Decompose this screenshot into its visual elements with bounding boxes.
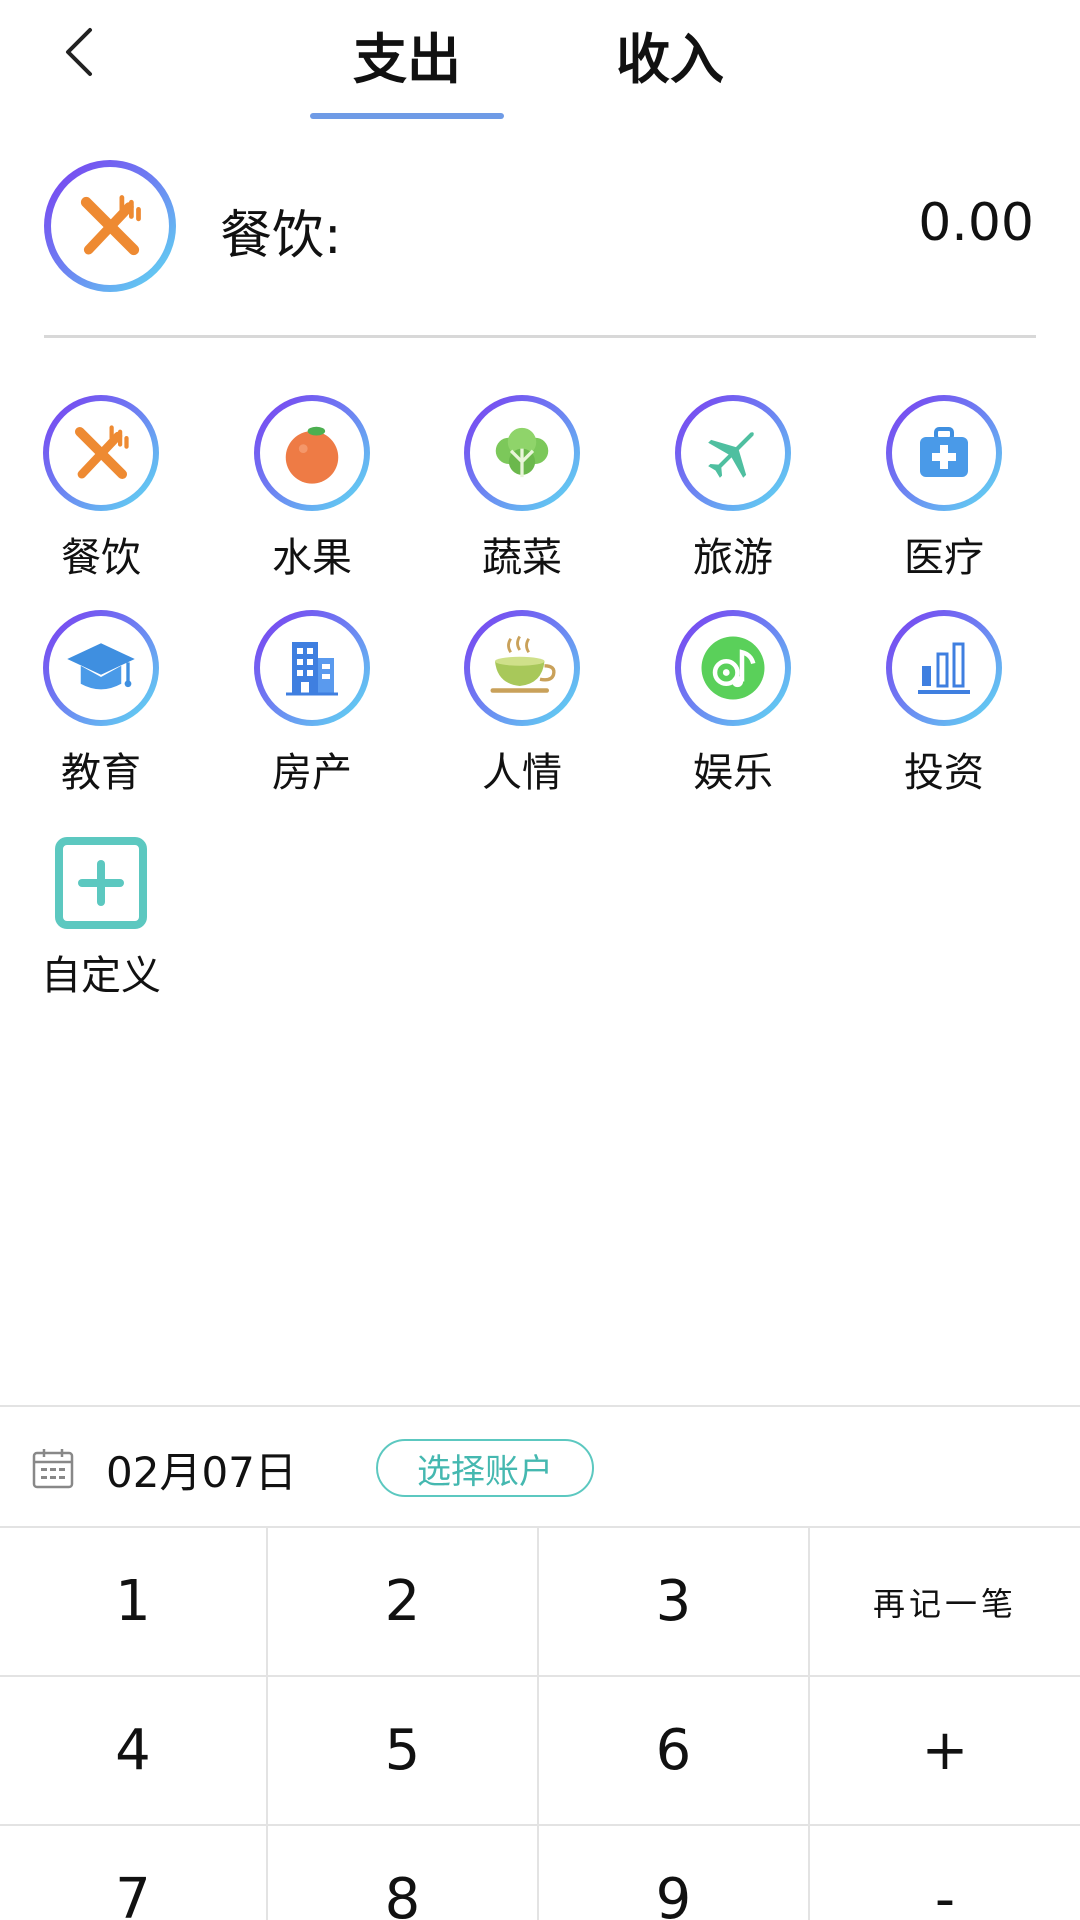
category-item-custom[interactable]: 自定义 (21, 825, 181, 1015)
category-label: 蔬菜 (482, 535, 562, 581)
date-display[interactable]: 02月07日 (106, 1439, 297, 1500)
graduation-cap-icon (67, 643, 135, 690)
orange-icon (285, 426, 339, 484)
category-item-property[interactable]: 房产 (232, 610, 392, 800)
record-another-button[interactable]: 再记一笔 (810, 1526, 1080, 1675)
music-disc-icon (701, 636, 765, 700)
calendar-icon[interactable] (32, 1447, 74, 1489)
medical-kit-icon (920, 427, 968, 477)
category-label: 自定义 (41, 953, 161, 999)
category-item-investment[interactable]: 投资 (864, 610, 1024, 800)
back-button[interactable] (50, 22, 110, 82)
vegetable-icon (495, 427, 549, 478)
keypad: 1 2 3 再记一笔 4 5 6 + 7 8 9 - (0, 1526, 1080, 1920)
tab-expense[interactable]: 支出 (310, 14, 504, 94)
key-7[interactable]: 7 (0, 1824, 268, 1920)
select-account-button[interactable]: 选择账户 (376, 1439, 594, 1497)
category-label: 餐饮 (61, 535, 141, 581)
category-item-dining[interactable]: 餐饮 (21, 395, 181, 585)
key-minus[interactable]: - (810, 1824, 1080, 1920)
building-icon (286, 642, 338, 696)
category-item-education[interactable]: 教育 (21, 610, 181, 800)
category-item-vegetable[interactable]: 蔬菜 (442, 395, 602, 585)
selected-category-icon (44, 160, 176, 292)
key-6[interactable]: 6 (539, 1675, 810, 1824)
key-4[interactable]: 4 (0, 1675, 268, 1824)
category-label: 旅游 (693, 535, 773, 581)
tab-active-indicator (310, 113, 504, 119)
amount-display: 0.00 (918, 193, 1034, 253)
key-8[interactable]: 8 (268, 1824, 539, 1920)
category-item-fruit[interactable]: 水果 (232, 395, 392, 585)
category-item-entertainment[interactable]: 娱乐 (653, 610, 813, 800)
airplane-icon (708, 432, 754, 478)
key-2[interactable]: 2 (268, 1526, 539, 1675)
category-item-travel[interactable]: 旅游 (653, 395, 813, 585)
tab-income[interactable]: 收入 (570, 14, 770, 94)
category-item-medical[interactable]: 医疗 (864, 395, 1024, 585)
fork-knife-icon (74, 425, 129, 480)
category-label: 投资 (904, 750, 984, 796)
category-label: 水果 (272, 535, 352, 581)
category-label: 人情 (482, 750, 562, 796)
key-1[interactable]: 1 (0, 1526, 268, 1675)
category-label: 房产 (272, 750, 352, 796)
category-item-gift[interactable]: 人情 (442, 610, 602, 800)
selected-category-label: 餐饮: (220, 206, 342, 266)
add-box-icon (78, 860, 124, 906)
category-label: 娱乐 (693, 750, 773, 796)
key-9[interactable]: 9 (539, 1824, 810, 1920)
category-label: 教育 (61, 750, 141, 796)
header: 支出 收入 (0, 0, 1080, 125)
divider (44, 335, 1036, 338)
selected-category-row: 餐饮: 0.00 (0, 155, 1080, 305)
key-3[interactable]: 3 (539, 1526, 810, 1675)
chevron-left-icon (66, 28, 92, 76)
tea-cup-icon (490, 635, 556, 693)
category-label: 医疗 (904, 535, 984, 581)
date-account-row: 02月07日 选择账户 (0, 1407, 1080, 1527)
bar-chart-icon (918, 642, 970, 694)
key-plus[interactable]: + (810, 1675, 1080, 1824)
fork-knife-icon (80, 195, 141, 256)
key-5[interactable]: 5 (268, 1675, 539, 1824)
